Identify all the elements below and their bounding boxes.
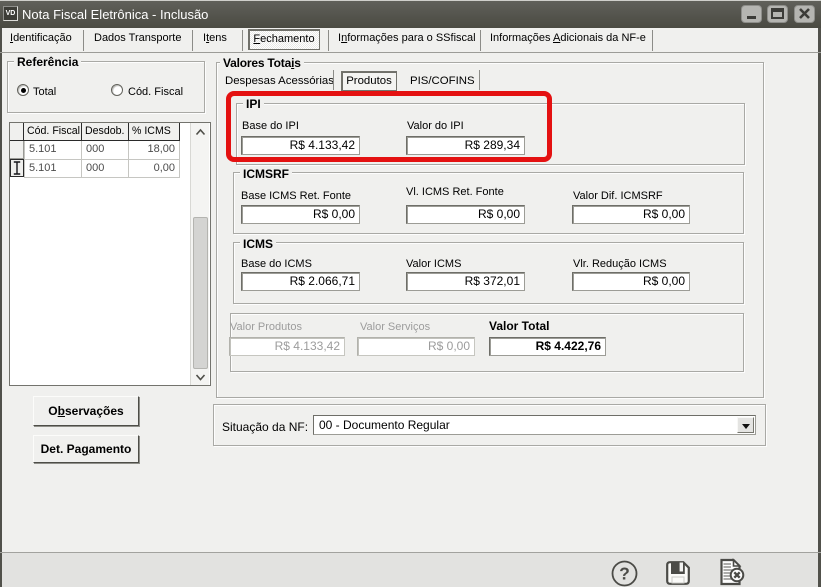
svg-text:?: ? <box>619 564 630 584</box>
